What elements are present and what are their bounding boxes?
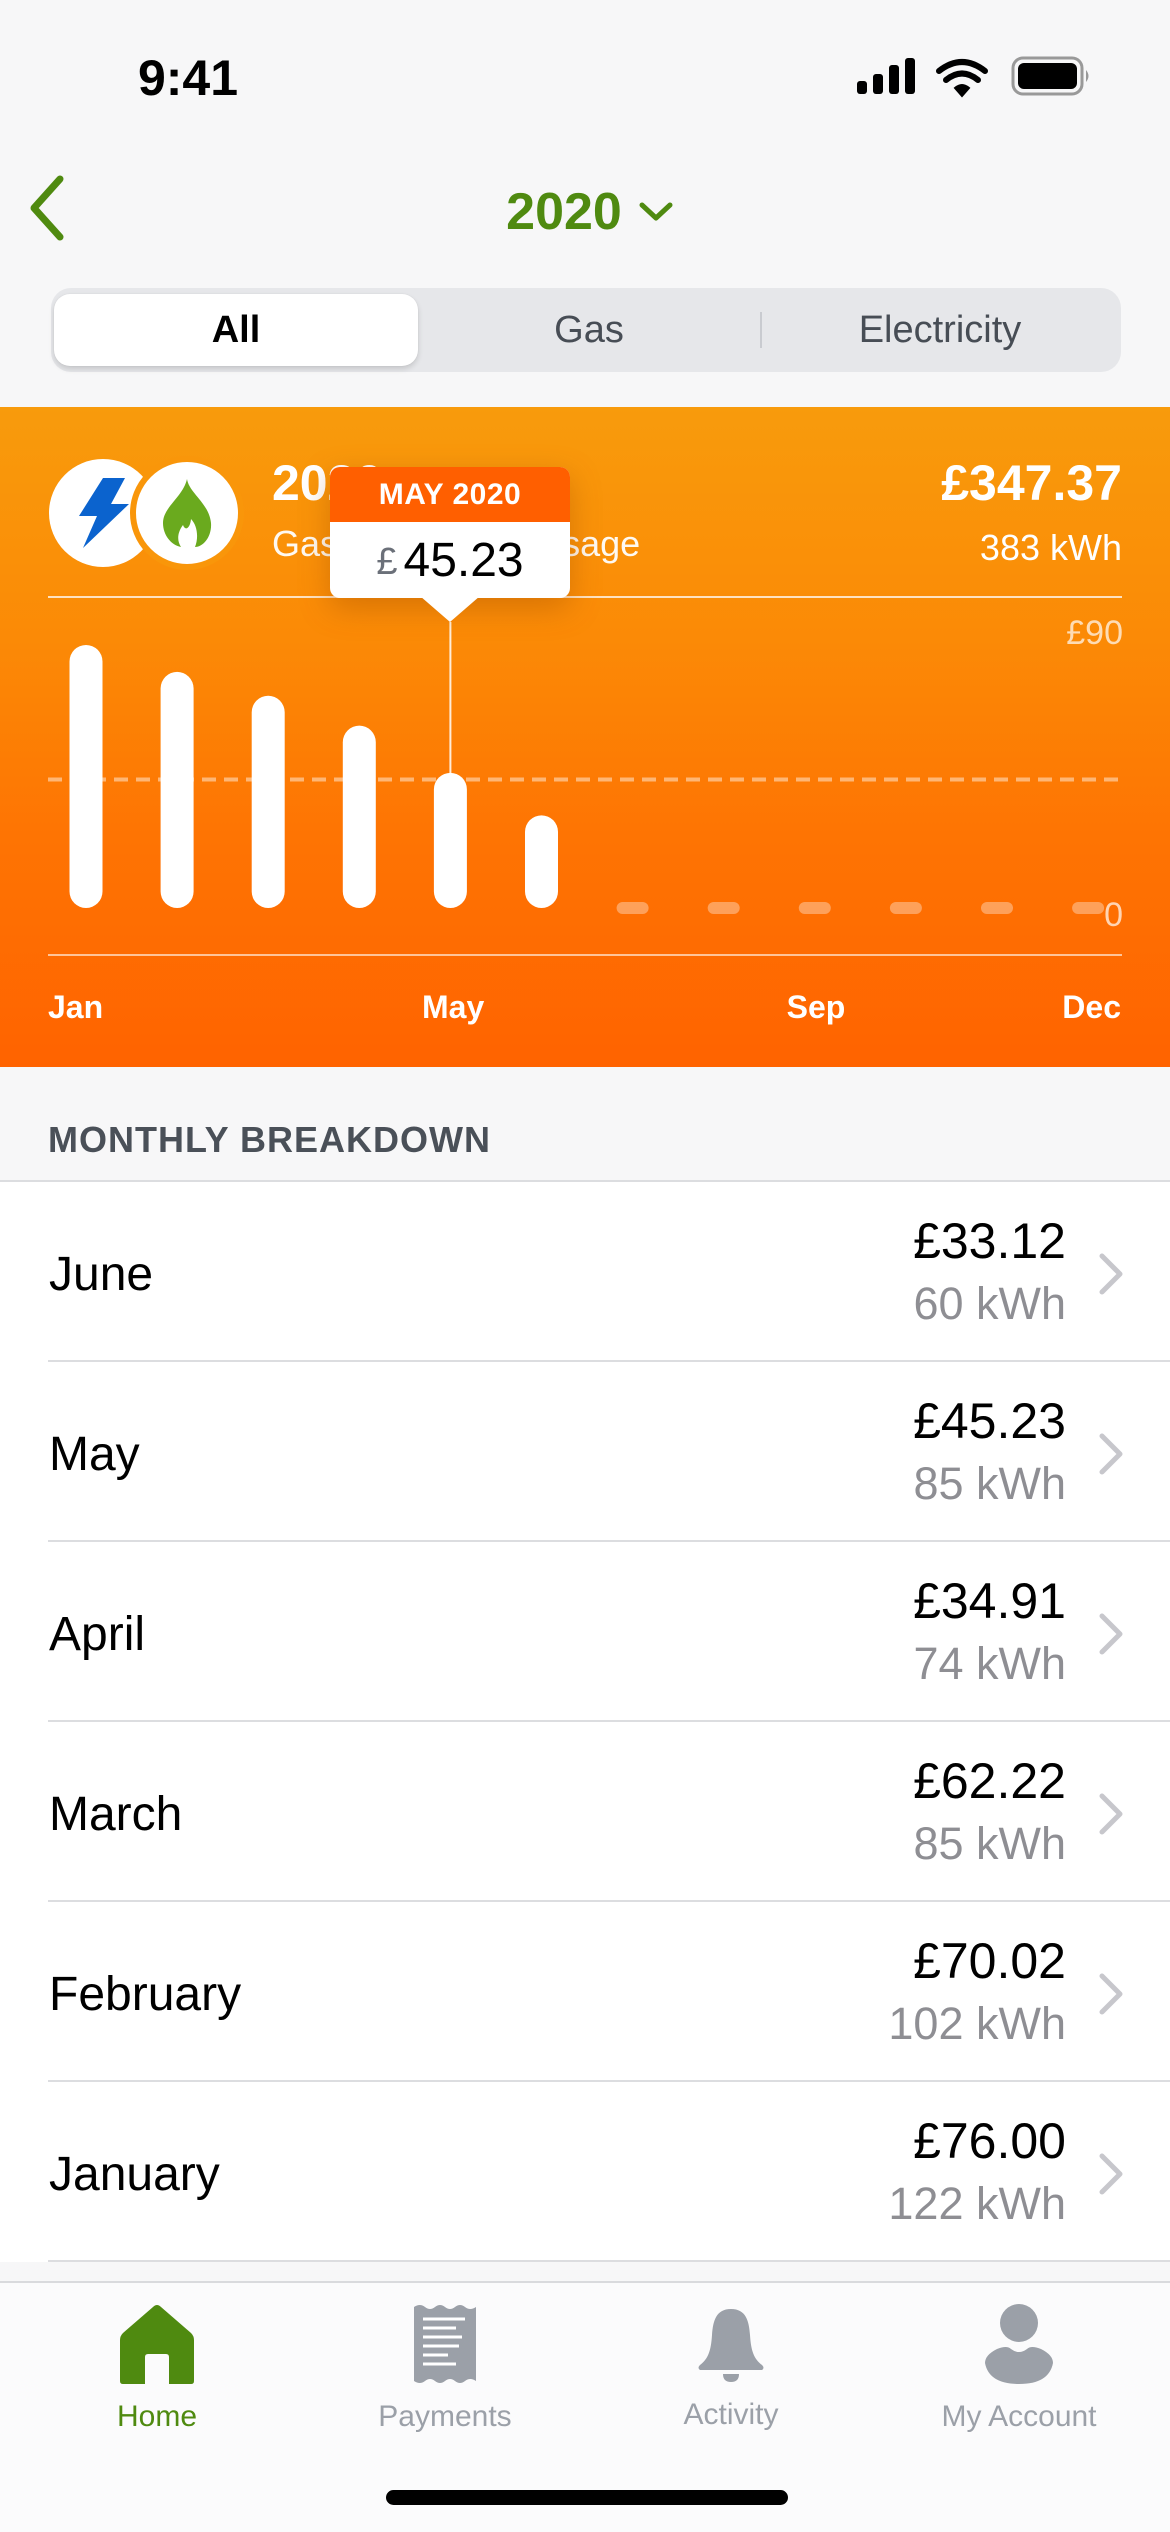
tab-payments-label: Payments: [378, 2400, 512, 2433]
row-usage: 60 kWh: [913, 1278, 1066, 1329]
chart-bar-apr: [342, 725, 376, 908]
row-usage: 102 kWh: [888, 1998, 1066, 2049]
tab-payments[interactable]: Payments: [325, 2303, 565, 2433]
breakdown-row[interactable]: March £62.22 85 kWh: [0, 1722, 1170, 1902]
tab-my-account[interactable]: My Account: [899, 2303, 1139, 2433]
empty-month-marker: [1072, 902, 1105, 914]
year-label: 2020: [506, 183, 622, 241]
chevron-right-icon: [1099, 1613, 1123, 1655]
chevron-right-icon: [1099, 1253, 1123, 1295]
chevron-left-icon: [30, 175, 64, 241]
x-axis-label-dec: Dec: [1062, 989, 1121, 1025]
tab-activity-label: Activity: [683, 2398, 779, 2431]
breakdown-row[interactable]: April £34.91 74 kWh: [0, 1542, 1170, 1722]
wifi-icon: [936, 59, 988, 98]
bell-icon: [698, 2309, 764, 2382]
row-usage: 85 kWh: [913, 1458, 1066, 1509]
chart-bar-jan: [69, 644, 103, 908]
back-button[interactable]: [14, 168, 78, 248]
breakdown-row[interactable]: February £70.02 102 kWh: [0, 1902, 1170, 2082]
home-icon: [120, 2305, 194, 2384]
row-month: January: [49, 2148, 220, 2201]
chevron-right-icon: [1099, 2153, 1123, 2195]
chevron-right-icon: [1099, 1973, 1123, 2015]
tab-activity[interactable]: Activity: [611, 2303, 851, 2433]
row-month: February: [49, 1968, 242, 2021]
row-cost: £45.23: [913, 1393, 1066, 1449]
chart-bar-may: [433, 772, 467, 908]
chart-bar-jun: [525, 815, 558, 908]
row-month: May: [49, 1428, 140, 1481]
status-icons: [850, 56, 1095, 98]
row-cost: £33.12: [913, 1213, 1066, 1269]
segment-all[interactable]: All: [54, 288, 418, 372]
row-usage: 74 kWh: [913, 1638, 1066, 1689]
chart-bar-mar: [251, 695, 285, 908]
breakdown-row[interactable]: June £33.12 60 kWh: [0, 1182, 1170, 1362]
chart-bar-feb: [160, 671, 194, 908]
empty-month-marker: [616, 902, 649, 914]
empty-month-marker: [707, 902, 740, 914]
segment-gas[interactable]: Gas: [418, 288, 760, 372]
empty-month-marker: [889, 902, 922, 914]
breakdown-row[interactable]: January £76.00 122 kWh: [0, 2082, 1170, 2262]
chevron-right-icon: [1099, 1433, 1123, 1475]
receipt-icon: [414, 2305, 476, 2383]
row-usage: 85 kWh: [913, 1818, 1066, 1869]
row-cost: £34.91: [913, 1573, 1066, 1629]
row-month: April: [49, 1608, 146, 1661]
empty-month-marker: [798, 902, 831, 914]
summary-total-kwh: 383 kWh: [979, 527, 1122, 568]
row-cost: £70.02: [913, 1933, 1066, 1989]
section-title: MONTHLY BREAKDOWN: [48, 1119, 492, 1160]
lightning-bolt-icon: [79, 478, 129, 548]
row-cost: £62.22: [913, 1753, 1066, 1809]
breakdown-row[interactable]: May £45.23 85 kWh: [0, 1362, 1170, 1542]
x-axis-label-may: May: [422, 989, 485, 1025]
person-icon: [985, 2304, 1053, 2384]
tooltip-value: 45.23: [403, 533, 524, 587]
row-cost: £76.00: [913, 2113, 1066, 2169]
chart-top-divider: [48, 596, 1122, 598]
tooltip-month: MAY 2020: [330, 467, 570, 522]
chart-tooltip: MAY 2020 £ 45.23: [330, 467, 570, 622]
tab-my-account-label: My Account: [941, 2400, 1097, 2433]
status-time: 9:41: [137, 50, 239, 106]
monthly-breakdown-list: June £33.12 60 kWh May £45.23 85 kWh April £34.…: [0, 1180, 1170, 2262]
year-picker[interactable]: 2020: [480, 180, 700, 244]
cellular-signal-icon: [857, 58, 915, 94]
summary-total-cost: £347.37: [941, 455, 1122, 511]
tab-home[interactable]: Home: [37, 2303, 277, 2433]
row-month: March: [49, 1788, 183, 1841]
x-axis-label-jan: Jan: [48, 989, 104, 1025]
tooltip-currency: £: [376, 540, 398, 583]
tab-home-label: Home: [116, 2400, 198, 2433]
chevron-right-icon: [1099, 1793, 1123, 1835]
tooltip-pointer: [420, 596, 480, 622]
row-month: June: [49, 1248, 154, 1301]
battery-icon: [1011, 56, 1089, 96]
gas-badge: [130, 456, 244, 570]
x-axis-label-sep: Sep: [786, 989, 846, 1025]
flame-icon: [163, 479, 212, 547]
home-indicator: [386, 2490, 788, 2505]
row-usage: 122 kWh: [888, 2178, 1066, 2229]
monthly-cost-chart: [48, 622, 1122, 914]
empty-month-marker: [981, 902, 1013, 914]
chevron-down-icon: [639, 202, 673, 221]
segment-electricity[interactable]: Electricity: [762, 288, 1118, 372]
fuel-segmented-control: All Gas Electricity: [51, 288, 1121, 372]
